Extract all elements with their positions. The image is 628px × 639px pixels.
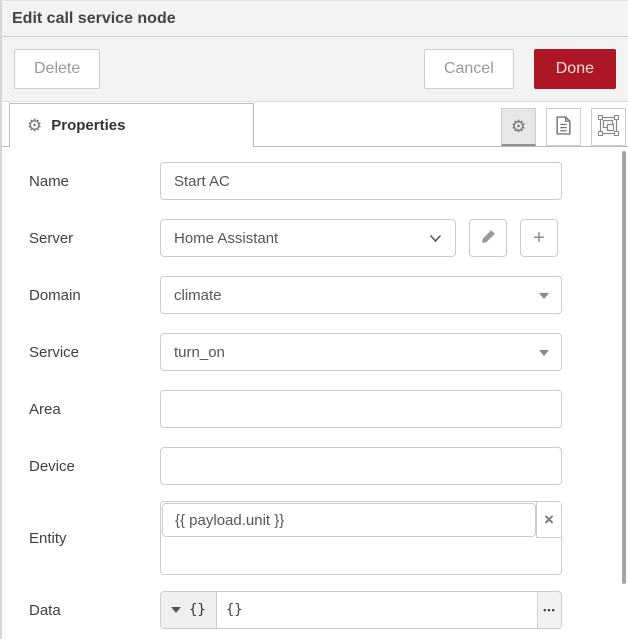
edit-server-button[interactable] [469, 219, 507, 257]
delete-button[interactable]: Delete [14, 49, 100, 89]
tab-properties[interactable]: ⚙ Properties [9, 103, 254, 147]
caret-down-icon[interactable] [539, 293, 549, 299]
domain-row: Domain [29, 276, 628, 314]
area-label: Area [29, 401, 160, 418]
name-input[interactable] [160, 162, 562, 200]
data-input[interactable] [217, 592, 537, 628]
ellipsis-icon: ••• [543, 605, 555, 615]
done-button[interactable]: Done [534, 49, 616, 89]
toolbar-right-group: Cancel Done [424, 49, 616, 89]
tab-bar: ⚙ Properties ⚙ [2, 102, 628, 147]
entity-row: Entity × [29, 501, 628, 575]
entity-list: × [160, 501, 562, 575]
chevron-down-icon [429, 230, 442, 247]
expand-editor-button[interactable]: ••• [537, 592, 561, 628]
caret-down-icon [171, 607, 181, 613]
tab-icon-buttons: ⚙ [501, 108, 626, 146]
domain-label: Domain [29, 287, 160, 304]
entity-label: Entity [29, 530, 160, 547]
gear-icon: ⚙ [511, 118, 526, 135]
tab-properties-label: Properties [51, 117, 125, 134]
dialog-toolbar: Delete Cancel Done [2, 37, 628, 102]
caret-down-icon[interactable] [539, 350, 549, 356]
dialog-header: Edit call service node [2, 1, 628, 37]
properties-tab-button[interactable]: ⚙ [501, 108, 536, 146]
remove-entity-button[interactable]: × [536, 502, 561, 538]
scrollbar[interactable] [622, 151, 626, 584]
domain-input[interactable] [160, 276, 562, 314]
service-label: Service [29, 344, 160, 361]
document-icon [556, 116, 571, 138]
area-row: Area [29, 390, 628, 428]
object-group-icon [598, 115, 619, 139]
entity-list-item: × [161, 502, 561, 538]
device-row: Device [29, 447, 628, 485]
data-row: Data {} ••• [29, 591, 628, 629]
close-icon: × [544, 510, 554, 530]
dialog-title: Edit call service node [12, 10, 176, 28]
data-type-button[interactable]: {} [161, 592, 217, 628]
name-row: Name [29, 162, 628, 200]
add-server-button[interactable]: + [520, 219, 558, 257]
appearance-tab-button[interactable] [591, 108, 626, 146]
area-input[interactable] [160, 390, 562, 428]
device-label: Device [29, 458, 160, 475]
pencil-icon [481, 227, 496, 250]
cancel-button[interactable]: Cancel [424, 49, 514, 89]
data-label: Data [29, 602, 160, 619]
data-typed-input: {} ••• [160, 591, 562, 629]
service-input[interactable] [160, 333, 562, 371]
plus-icon: + [533, 227, 545, 250]
json-type-icon: {} [189, 602, 206, 618]
service-row: Service [29, 333, 628, 371]
entity-input[interactable] [162, 503, 536, 537]
properties-form: Name Server Home Assistant [2, 147, 628, 629]
name-label: Name [29, 173, 160, 190]
server-selected-value: Home Assistant [174, 230, 278, 247]
server-label: Server [29, 230, 160, 247]
server-row: Server Home Assistant [29, 219, 628, 257]
server-select[interactable]: Home Assistant [160, 219, 456, 257]
edit-node-dialog: Edit call service node Delete Cancel Don… [0, 0, 628, 639]
gear-icon: ⚙ [27, 117, 42, 134]
device-input[interactable] [160, 447, 562, 485]
description-tab-button[interactable] [546, 108, 581, 146]
